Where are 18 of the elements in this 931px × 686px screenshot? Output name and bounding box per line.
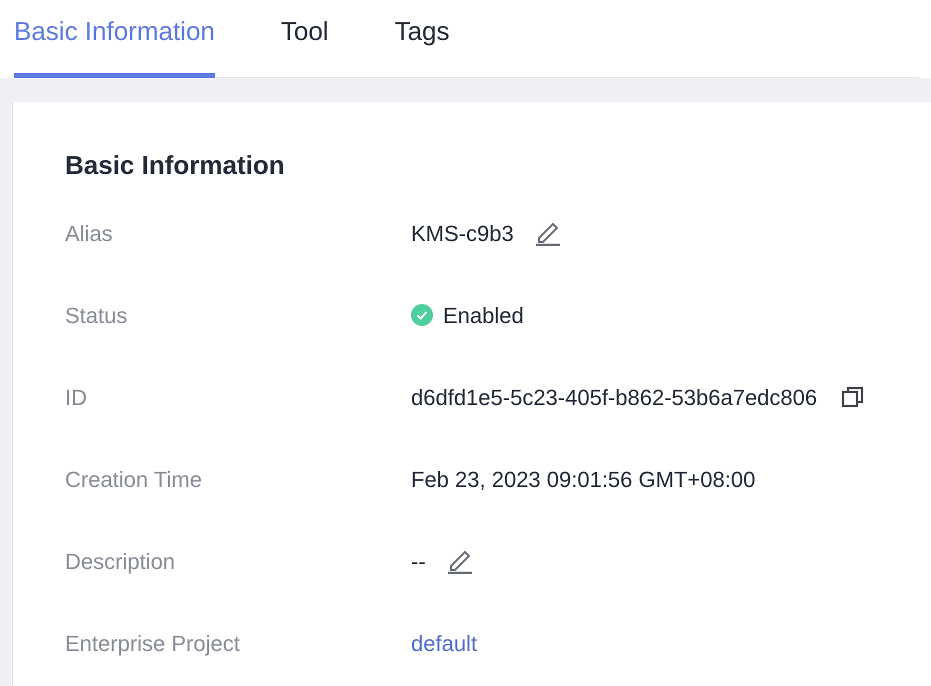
section-title: Basic Information [65, 149, 286, 182]
field-label: Creation Time [65, 466, 203, 494]
field-label: Status [65, 302, 128, 330]
field-label: Description [65, 548, 176, 576]
field-value: -- [411, 548, 426, 576]
tab[interactable]: Tags [394, 12, 450, 78]
field-value: d6dfd1e5-5c23-405f-b862-53b6a7edc806 [411, 384, 818, 412]
tab[interactable]: Tool [280, 12, 329, 78]
field-link[interactable]: default [411, 626, 478, 660]
edit-icon[interactable] [534, 220, 562, 246]
field-value: Feb 23, 2023 09:01:56 GMT+08:00 [411, 466, 756, 494]
field-label: ID [65, 384, 88, 412]
field-value: KMS-c9b3 [411, 220, 514, 248]
edit-icon[interactable] [446, 548, 474, 574]
field-value: Enabled [443, 302, 524, 330]
copy-icon[interactable] [841, 385, 866, 409]
field-label: Enterprise Project [65, 630, 241, 658]
field-label: Alias [65, 220, 114, 248]
